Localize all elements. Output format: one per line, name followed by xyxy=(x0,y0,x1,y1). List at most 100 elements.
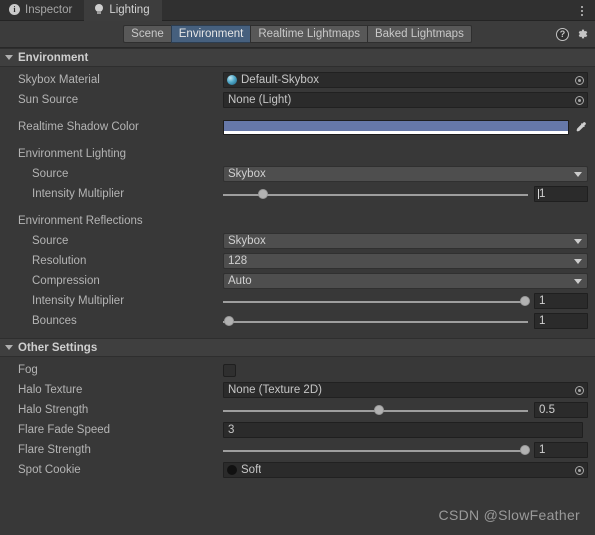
reflections-intensity-value-field[interactable]: 1 xyxy=(534,293,588,309)
color-swatch-alpha xyxy=(224,130,568,134)
lighting-source-dropdown[interactable]: Skybox xyxy=(223,166,588,182)
sun-source-field[interactable]: None (Light) xyxy=(223,92,588,108)
row-spot-cookie: Spot Cookie Soft xyxy=(0,460,588,480)
reflections-source-dropdown[interactable]: Skybox xyxy=(223,233,588,249)
object-picker-icon[interactable] xyxy=(571,73,587,87)
row-halo-strength: Halo Strength 0.5 xyxy=(0,400,588,420)
realtime-shadow-color-swatch[interactable] xyxy=(223,119,569,135)
label-lighting-source: Source xyxy=(32,168,69,180)
halo-strength-slider[interactable] xyxy=(223,402,534,418)
window-tab-lighting[interactable]: Lighting xyxy=(84,0,162,21)
chevron-down-icon xyxy=(574,258,582,264)
object-picker-icon[interactable] xyxy=(571,463,587,477)
lighting-source-value: Skybox xyxy=(228,168,266,180)
flare-fade-speed-field[interactable]: 3 xyxy=(223,422,583,438)
flare-fade-speed-value: 3 xyxy=(228,424,235,436)
label-lighting-intensity: Intensity Multiplier xyxy=(32,188,125,200)
reflections-source-value: Skybox xyxy=(228,235,266,247)
lighting-toolbar: Scene Environment Realtime Lightmaps Bak… xyxy=(0,21,595,48)
kebab-menu-icon[interactable] xyxy=(575,3,589,18)
row-reflections-bounces: Bounces 1 xyxy=(0,311,588,331)
color-swatch-fill xyxy=(224,120,568,131)
spot-cookie-field[interactable]: Soft xyxy=(223,462,588,478)
halo-texture-field[interactable]: None (Texture 2D) xyxy=(223,382,588,398)
row-reflections-compression: Compression Auto xyxy=(0,271,588,291)
section-header-other-settings-label: Other Settings xyxy=(18,341,98,354)
tab-baked-lightmaps[interactable]: Baked Lightmaps xyxy=(366,25,472,43)
slider-track xyxy=(223,194,528,196)
label-reflections-intensity: Intensity Multiplier xyxy=(32,295,125,307)
label-fog: Fog xyxy=(18,364,38,376)
halo-strength-value-field[interactable]: 0.5 xyxy=(534,402,588,418)
object-picker-icon[interactable] xyxy=(571,383,587,397)
label-flare-fade-speed: Flare Fade Speed xyxy=(18,424,111,436)
label-spot-cookie: Spot Cookie xyxy=(18,464,81,476)
help-icon[interactable]: ? xyxy=(556,27,569,41)
reflections-resolution-dropdown[interactable]: 128 xyxy=(223,253,588,269)
label-skybox-material: Skybox Material xyxy=(18,74,100,86)
row-lighting-intensity: Intensity Multiplier 1 xyxy=(0,184,588,204)
flare-strength-value-field[interactable]: 1 xyxy=(534,442,588,458)
slider-knob[interactable] xyxy=(519,296,530,306)
section-header-environment-label: Environment xyxy=(18,51,89,64)
lighting-intensity-slider[interactable] xyxy=(223,186,534,202)
chevron-down-icon xyxy=(574,238,582,244)
row-skybox-material: Skybox Material Default-Skybox xyxy=(0,70,588,90)
row-reflections-resolution: Resolution 128 xyxy=(0,251,588,271)
tab-realtime-lightmaps-label: Realtime Lightmaps xyxy=(258,28,360,40)
environment-body: Skybox Material Default-Skybox Sun Sourc… xyxy=(0,67,595,338)
slider-track xyxy=(223,321,528,323)
tab-scene-label: Scene xyxy=(131,28,164,40)
chevron-down-icon xyxy=(574,278,582,284)
lighting-window: i Inspector Lighting Scene Environment R… xyxy=(0,0,595,535)
label-realtime-shadow-color: Realtime Shadow Color xyxy=(18,121,139,133)
slider-knob[interactable] xyxy=(373,405,384,415)
material-preview-icon xyxy=(227,75,237,85)
label-flare-strength: Flare Strength xyxy=(18,444,91,456)
flare-strength-slider[interactable] xyxy=(223,442,534,458)
slider-knob[interactable] xyxy=(519,445,530,455)
window-tab-inspector-label: Inspector xyxy=(25,3,73,16)
tab-strip-filler xyxy=(161,0,595,20)
section-header-environment[interactable]: Environment xyxy=(0,48,595,67)
tab-environment[interactable]: Environment xyxy=(170,25,251,43)
fog-checkbox[interactable] xyxy=(223,363,236,377)
tab-baked-lightmaps-label: Baked Lightmaps xyxy=(374,28,464,40)
gear-icon[interactable] xyxy=(575,27,589,41)
section-header-other-settings[interactable]: Other Settings xyxy=(0,338,595,357)
lighting-intensity-value-field[interactable]: 1 xyxy=(534,186,588,202)
tab-scene[interactable]: Scene xyxy=(123,25,171,43)
lighting-tab-group: Scene Environment Realtime Lightmaps Bak… xyxy=(123,25,472,43)
eyedropper-icon[interactable] xyxy=(574,121,588,133)
slider-knob[interactable] xyxy=(258,189,269,199)
label-environment-reflections: Environment Reflections xyxy=(18,215,143,227)
tab-realtime-lightmaps[interactable]: Realtime Lightmaps xyxy=(250,25,367,43)
label-reflections-resolution: Resolution xyxy=(32,255,87,267)
label-halo-strength: Halo Strength xyxy=(18,404,89,416)
skybox-material-field[interactable]: Default-Skybox xyxy=(223,72,588,88)
row-reflections-intensity: Intensity Multiplier 1 xyxy=(0,291,588,311)
label-reflections-compression: Compression xyxy=(32,275,100,287)
window-tab-strip: i Inspector Lighting xyxy=(0,0,595,21)
reflections-compression-dropdown[interactable]: Auto xyxy=(223,273,588,289)
slider-knob[interactable] xyxy=(224,316,235,326)
reflections-bounces-value-field[interactable]: 1 xyxy=(534,313,588,329)
chevron-down-icon xyxy=(5,55,13,60)
row-fog: Fog xyxy=(0,360,588,380)
object-picker-icon[interactable] xyxy=(571,93,587,107)
reflections-compression-value: Auto xyxy=(228,275,252,287)
slider-track xyxy=(223,450,528,452)
label-reflections-bounces: Bounces xyxy=(32,315,77,327)
halo-strength-value: 0.5 xyxy=(539,404,555,416)
halo-texture-value: None (Texture 2D) xyxy=(228,384,322,396)
skybox-material-value: Default-Skybox xyxy=(241,74,319,86)
row-reflections-source: Source Skybox xyxy=(0,231,588,251)
reflections-bounces-slider[interactable] xyxy=(223,313,534,329)
row-environment-lighting-group: Environment Lighting xyxy=(0,144,588,164)
spot-cookie-value: Soft xyxy=(241,464,262,476)
reflections-intensity-slider[interactable] xyxy=(223,293,534,309)
toolbar-right-icons: ? xyxy=(556,27,589,41)
other-settings-body: Fog Halo Texture None (Texture 2D) Halo … xyxy=(0,357,595,480)
window-tab-inspector[interactable]: i Inspector xyxy=(0,0,85,20)
